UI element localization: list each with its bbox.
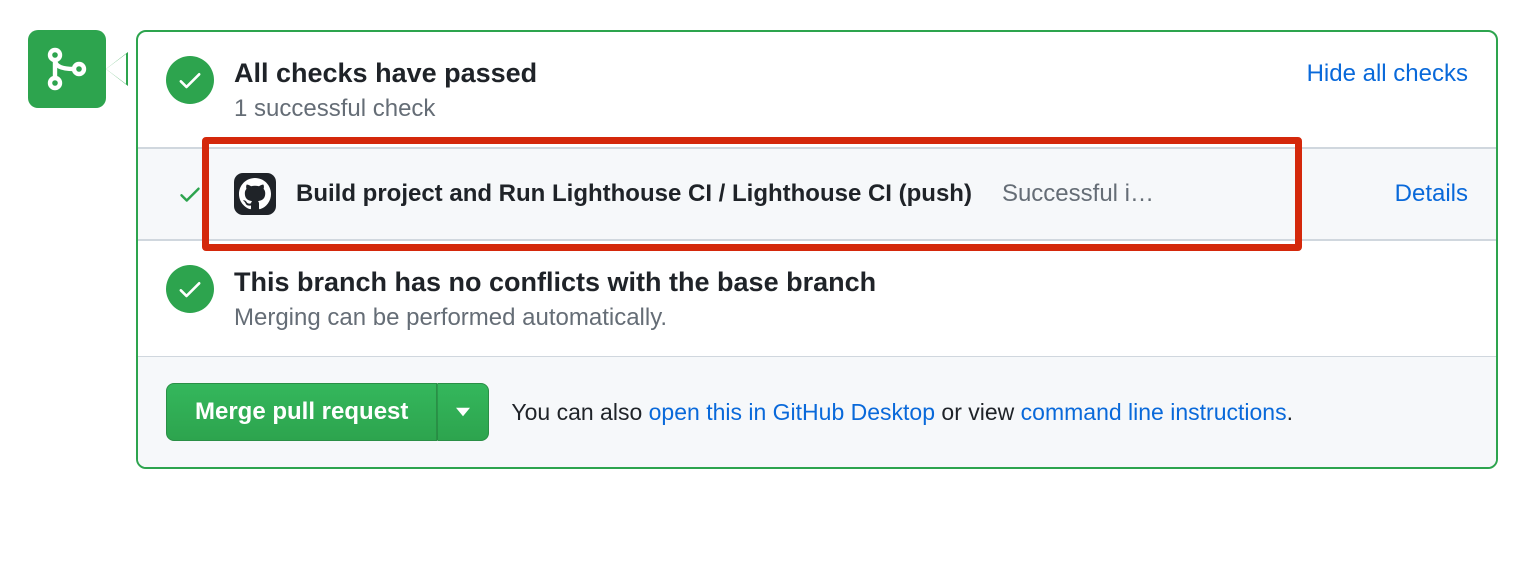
checks-subtitle: 1 successful check [234,95,1287,123]
check-details-link[interactable]: Details [1395,180,1468,208]
merge-options-dropdown[interactable] [437,383,489,441]
merge-actions-section: Merge pull request You can also open thi… [138,356,1496,467]
no-conflicts-icon [166,265,214,313]
merge-help-text: You can also open this in GitHub Desktop… [511,399,1293,426]
merge-button-group: Merge pull request [166,383,489,441]
conflicts-subtitle: Merging can be performed automatically. [234,304,1468,332]
checks-passed-icon [166,56,214,104]
toggle-checks-link[interactable]: Hide all checks [1307,60,1468,88]
checkmark-icon [176,66,204,94]
cli-instructions-link[interactable]: command line instructions [1021,399,1287,425]
github-mark-icon [239,178,271,210]
check-status-text: Successful i… [1002,180,1355,208]
checks-summary-section: All checks have passed 1 successful chec… [138,32,1496,148]
conflicts-title: This branch has no conflicts with the ba… [234,265,1468,300]
merge-panel: All checks have passed 1 successful chec… [136,30,1498,469]
merge-help-middle: or view [935,399,1021,425]
checks-title: All checks have passed [234,56,1287,91]
checkmark-icon [177,181,203,207]
merge-help-suffix: . [1287,399,1293,425]
merge-help-prefix: You can also [511,399,648,425]
conflicts-section: This branch has no conflicts with the ba… [138,240,1496,356]
checkmark-icon [176,275,204,303]
check-name[interactable]: Build project and Run Lighthouse CI / Li… [296,180,972,208]
merge-pull-request-button[interactable]: Merge pull request [166,383,437,441]
merge-icon-badge [28,30,106,108]
github-logo-icon [234,173,276,215]
caret-down-icon [456,407,470,417]
check-status-icon [176,180,204,208]
check-list: Build project and Run Lighthouse CI / Li… [138,148,1496,240]
check-row: Build project and Run Lighthouse CI / Li… [138,149,1496,239]
git-merge-icon [43,45,91,93]
merge-status-panel: All checks have passed 1 successful chec… [28,30,1498,469]
open-desktop-link[interactable]: open this in GitHub Desktop [649,399,935,425]
